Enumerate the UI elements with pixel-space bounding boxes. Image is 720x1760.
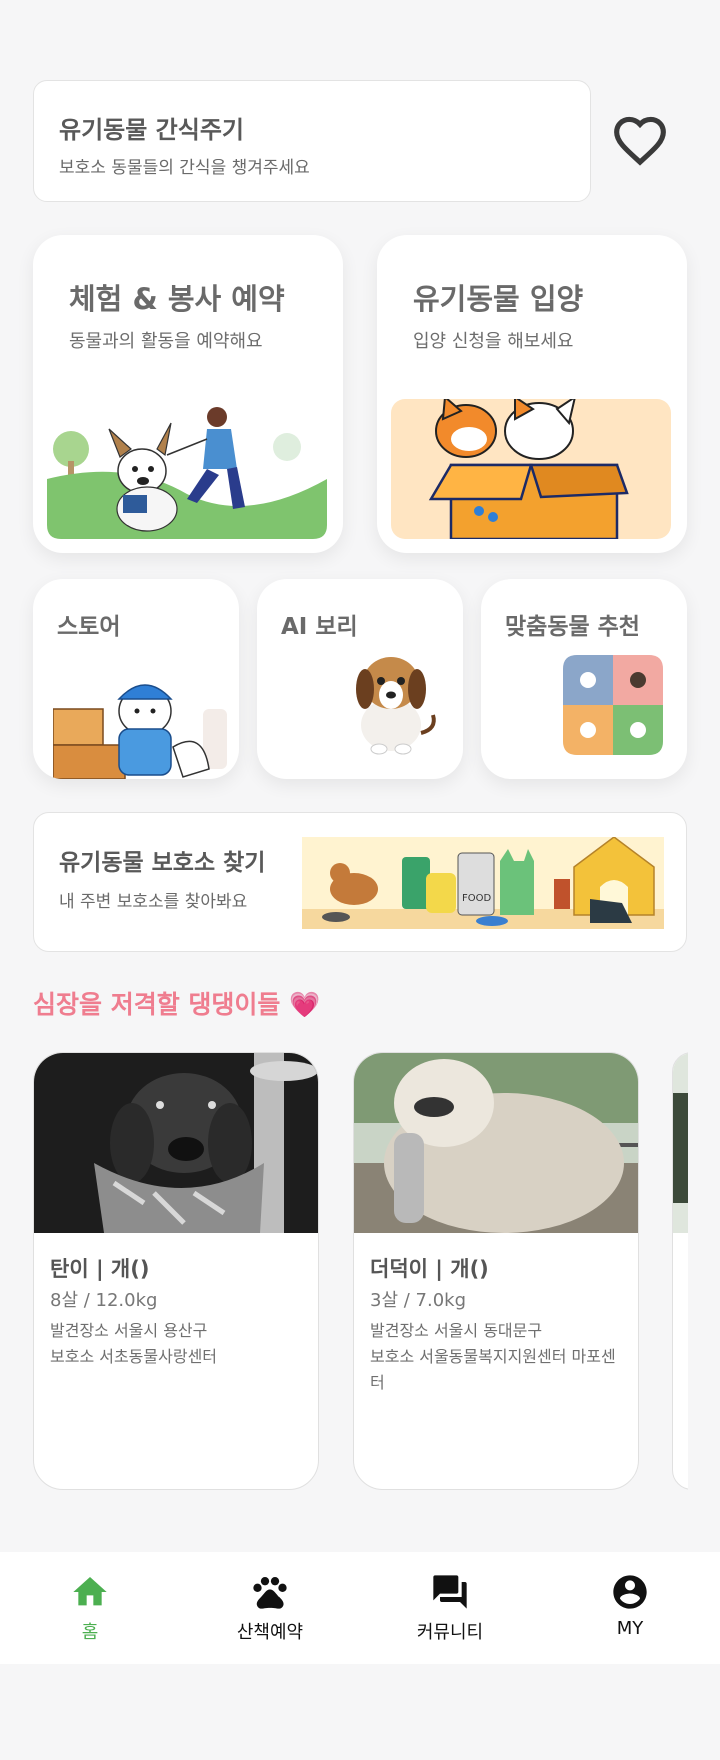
snack-subtitle: 보호소 동물들의 간식을 챙겨주세요 xyxy=(59,158,310,178)
pet-grid-icon xyxy=(563,655,663,755)
account-circle-icon xyxy=(613,1575,647,1609)
pet-photo xyxy=(34,1053,318,1233)
nav-home-label: 홈 xyxy=(81,1622,99,1643)
pet-shelter: 보호소 서울동물복지지원센터 마포센터 xyxy=(370,1347,616,1392)
pet-shelter: 보호소 서초동물사랑센터 xyxy=(50,1347,218,1366)
adoption-title: 유기동물 입양 xyxy=(413,282,584,316)
adoption-card[interactable]: 유기동물 입양 입양 신청을 해보세요 xyxy=(377,235,687,553)
nav-walk-label: 산책예약 xyxy=(236,1622,304,1643)
pet-supplies-illustration: FOOD xyxy=(302,837,664,929)
match-title: 맞춤동물 추천 xyxy=(505,614,640,640)
ai-bori-tile[interactable]: AI 보리 xyxy=(257,579,463,779)
pet-card[interactable]: 탄이 | 개() 8살 / 12.0kg 발견장소 서울시 용산구 보호소 서초… xyxy=(33,1052,319,1490)
chat-icon xyxy=(433,1575,467,1609)
cats-in-box-illustration xyxy=(391,399,671,539)
shelter-subtitle: 내 주변 보호소를 찾아봐요 xyxy=(59,892,248,912)
heart-outline-icon[interactable] xyxy=(612,114,668,166)
experience-title: 체험 & 봉사 예약 xyxy=(69,282,285,316)
nav-home[interactable]: 홈 xyxy=(15,1572,165,1644)
snack-title: 유기동물 간식주기 xyxy=(59,116,244,144)
home-icon xyxy=(73,1577,107,1606)
pet-photo xyxy=(354,1053,638,1233)
pet-location: 발견장소 서울시 용산구 xyxy=(50,1321,208,1340)
nav-community-label: 커뮤니티 xyxy=(416,1622,484,1643)
beagle-puppy-illustration xyxy=(356,657,436,755)
pet-age-weight: 3살 / 7.0kg xyxy=(370,1290,466,1311)
section-title: 심장을 저격할 댕댕이들 💗 xyxy=(33,990,321,1019)
food-sign: FOOD xyxy=(462,893,491,904)
nav-my[interactable]: MY xyxy=(555,1572,705,1639)
recommendation-tile[interactable]: 맞춤동물 추천 xyxy=(481,579,687,779)
ai-title: AI 보리 xyxy=(281,614,358,640)
pet-card[interactable]: 더덕이 | 개() 3살 / 7.0kg 발견장소 서울시 동대문구 보호소 서… xyxy=(353,1052,639,1490)
delivery-dog-illustration xyxy=(53,684,227,779)
pet-details: 발견장소 서울시 동대문구 보호소 서울동물복지지원센터 마포센터 xyxy=(370,1318,626,1396)
store-title: 스토어 xyxy=(57,614,121,640)
pet-age-weight: 8살 / 12.0kg xyxy=(50,1290,158,1311)
bottom-nav: 홈 산책예약 커뮤니티 MY xyxy=(0,1552,720,1664)
paw-icon xyxy=(253,1577,287,1609)
store-tile[interactable]: 스토어 xyxy=(33,579,239,779)
pet-location: 발견장소 서울시 동대문구 xyxy=(370,1321,543,1340)
pet-name: 더덕이 | 개() xyxy=(370,1257,489,1281)
adoption-subtitle: 입양 신청을 해보세요 xyxy=(413,331,574,352)
pet-name: 탄이 | 개() xyxy=(50,1257,150,1281)
experience-subtitle: 동물과의 활동을 예약해요 xyxy=(69,331,263,352)
dog-walk-illustration xyxy=(47,399,327,539)
nav-walk-reservation[interactable]: 산책예약 xyxy=(195,1572,345,1644)
nav-my-label: MY xyxy=(616,1618,644,1639)
nav-community[interactable]: 커뮤니티 xyxy=(375,1572,525,1644)
shelter-title: 유기동물 보호소 찾기 xyxy=(59,850,266,876)
carousel-edge xyxy=(688,1040,720,1500)
pet-details: 발견장소 서울시 용산구 보호소 서초동물사랑센터 xyxy=(50,1318,306,1370)
snack-banner[interactable]: 유기동물 간식주기 보호소 동물들의 간식을 챙겨주세요 xyxy=(33,80,591,202)
shelter-finder-banner[interactable]: 유기동물 보호소 찾기 내 주변 보호소를 찾아봐요 FOOD xyxy=(33,812,687,952)
experience-reservation-card[interactable]: 체험 & 봉사 예약 동물과의 활동을 예약해요 xyxy=(33,235,343,553)
